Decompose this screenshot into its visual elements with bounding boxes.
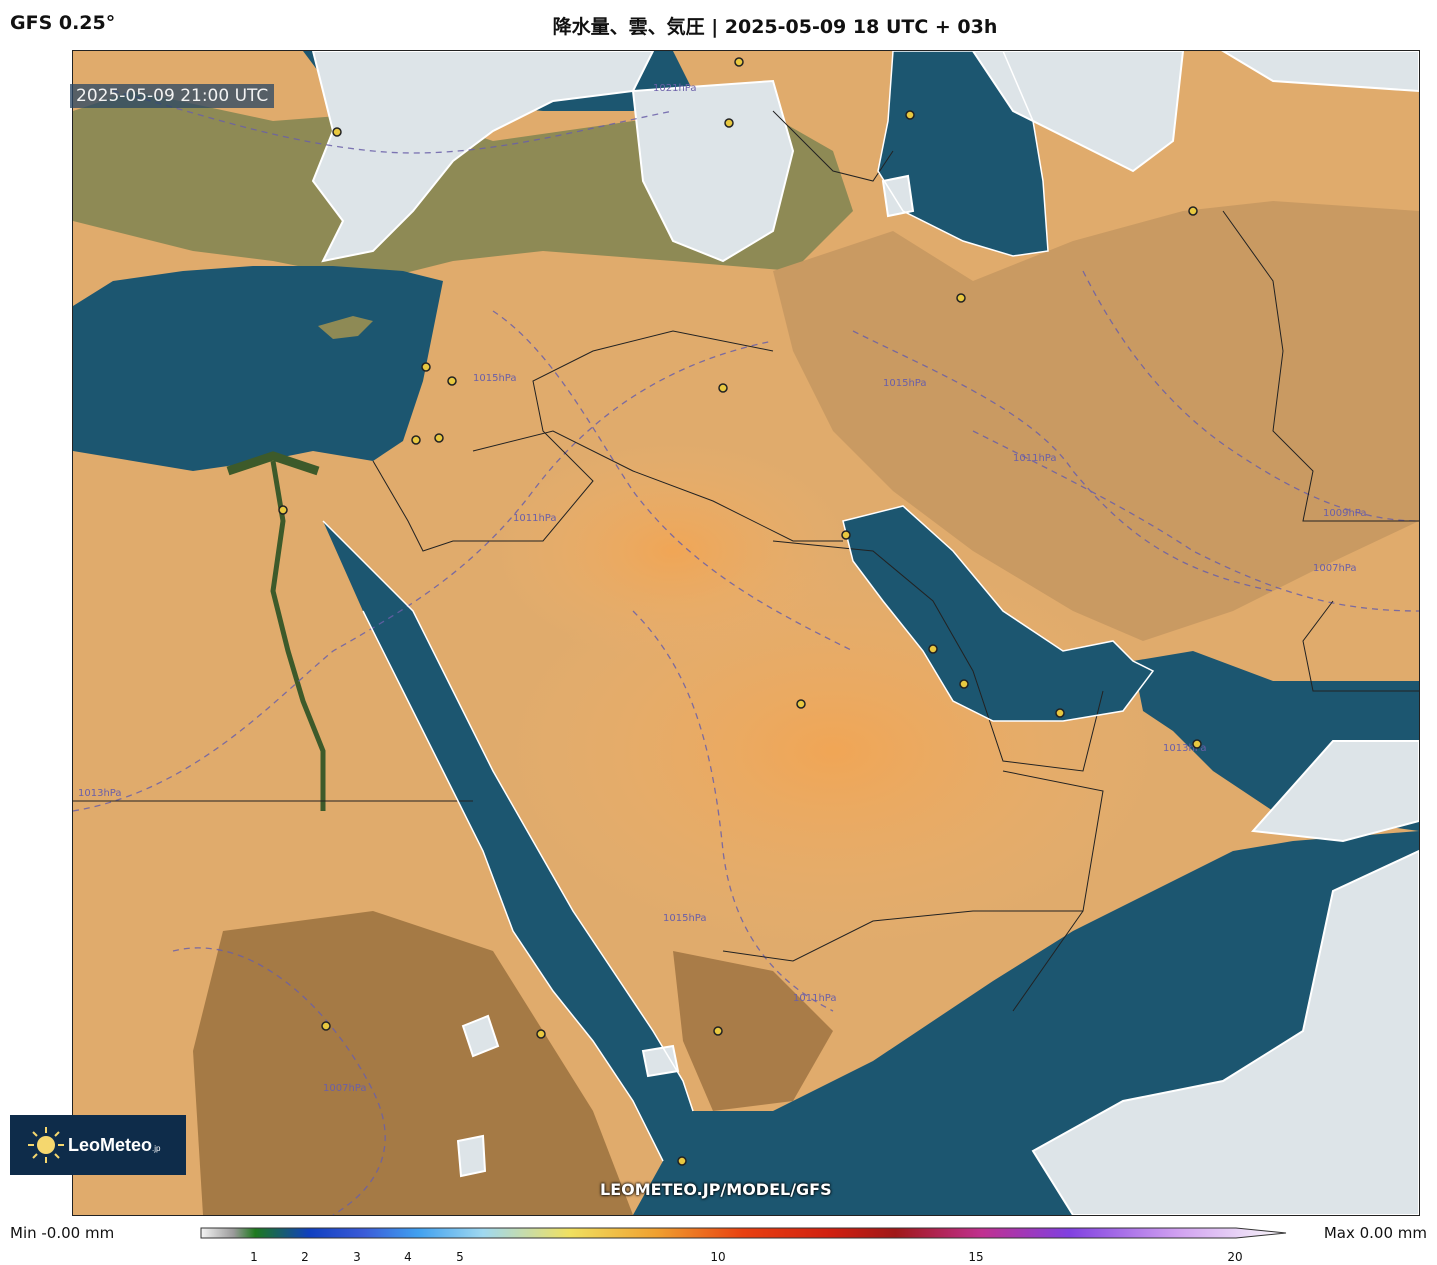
leometeo-logo[interactable]: LeoMeteo.jp	[10, 1115, 186, 1175]
mediterranean-sea	[73, 266, 443, 471]
colorbar-tick: 4	[404, 1250, 412, 1264]
city-marker[interactable]	[447, 376, 457, 386]
city-marker[interactable]	[905, 110, 915, 120]
map-title: 降水量、雲、気圧 | 2025-05-09 18 UTC + 03h	[552, 16, 998, 38]
isobar-label: 1011hPa	[793, 993, 837, 1004]
city-marker[interactable]	[928, 644, 938, 654]
city-marker[interactable]	[713, 1026, 723, 1036]
colorbar-tick: 1	[250, 1250, 258, 1264]
nafud-desert	[493, 441, 853, 661]
city-marker[interactable]	[536, 1029, 546, 1039]
colorbar-tick: 3	[353, 1250, 361, 1264]
city-marker[interactable]	[278, 505, 288, 515]
city-marker[interactable]	[321, 1021, 331, 1031]
isobar-label: 1015hPa	[473, 373, 517, 384]
isobar-label: 1013hPa	[78, 788, 122, 799]
city-marker[interactable]	[1055, 708, 1065, 718]
isobar-label: 1015hPa	[883, 378, 927, 389]
colorbar-tick: 2	[301, 1250, 309, 1264]
city-marker[interactable]	[411, 435, 421, 445]
city-marker[interactable]	[677, 1156, 687, 1166]
city-marker[interactable]	[718, 383, 728, 393]
colorbar-tick: 20	[1227, 1250, 1243, 1264]
isobar-label: 1021hPa	[653, 83, 697, 94]
model-label: GFS 0.25°	[10, 12, 116, 34]
city-marker[interactable]	[734, 57, 744, 67]
map-layers: 1021hPa 1015hPa 1015hPa 1011hPa 1013hPa …	[73, 51, 1419, 1215]
logo-text: LeoMeteo.jp	[68, 1135, 160, 1156]
isobar-label: 1007hPa	[323, 1083, 367, 1094]
isobar-label: 1011hPa	[1013, 453, 1057, 464]
city-marker[interactable]	[796, 699, 806, 709]
city-marker[interactable]	[421, 362, 431, 372]
colorbar-tick: 10	[710, 1250, 726, 1264]
watermark: LEOMETEO.JP/MODEL/GFS	[600, 1180, 832, 1199]
city-marker[interactable]	[1188, 206, 1198, 216]
sun-icon	[28, 1127, 64, 1163]
logo-suffix: .jp	[152, 1143, 161, 1153]
legend-max: Max 0.00 mm	[1323, 1224, 1427, 1242]
colorbar-tick: 15	[968, 1250, 984, 1264]
colorbar-tick: 5	[456, 1250, 464, 1264]
isobar-label: 1007hPa	[1313, 563, 1357, 574]
city-marker[interactable]	[959, 679, 969, 689]
legend-min: Min -0.00 mm	[10, 1224, 115, 1242]
isobar-label: 1011hPa	[513, 513, 557, 524]
precip-colorbar	[200, 1227, 1287, 1239]
valid-time-badge: 2025-05-09 21:00 UTC	[70, 84, 275, 108]
city-marker[interactable]	[841, 530, 851, 540]
city-marker[interactable]	[724, 118, 734, 128]
city-marker[interactable]	[1192, 739, 1202, 749]
logo-brand: LeoMeteo	[68, 1134, 153, 1155]
isobar-label: 1015hPa	[663, 913, 707, 924]
isobar-label: 1009hPa	[1323, 508, 1367, 519]
city-marker[interactable]	[332, 127, 342, 137]
map-canvas[interactable]: 1021hPa 1015hPa 1015hPa 1011hPa 1013hPa …	[72, 50, 1420, 1216]
city-marker[interactable]	[434, 433, 444, 443]
city-marker[interactable]	[956, 293, 966, 303]
